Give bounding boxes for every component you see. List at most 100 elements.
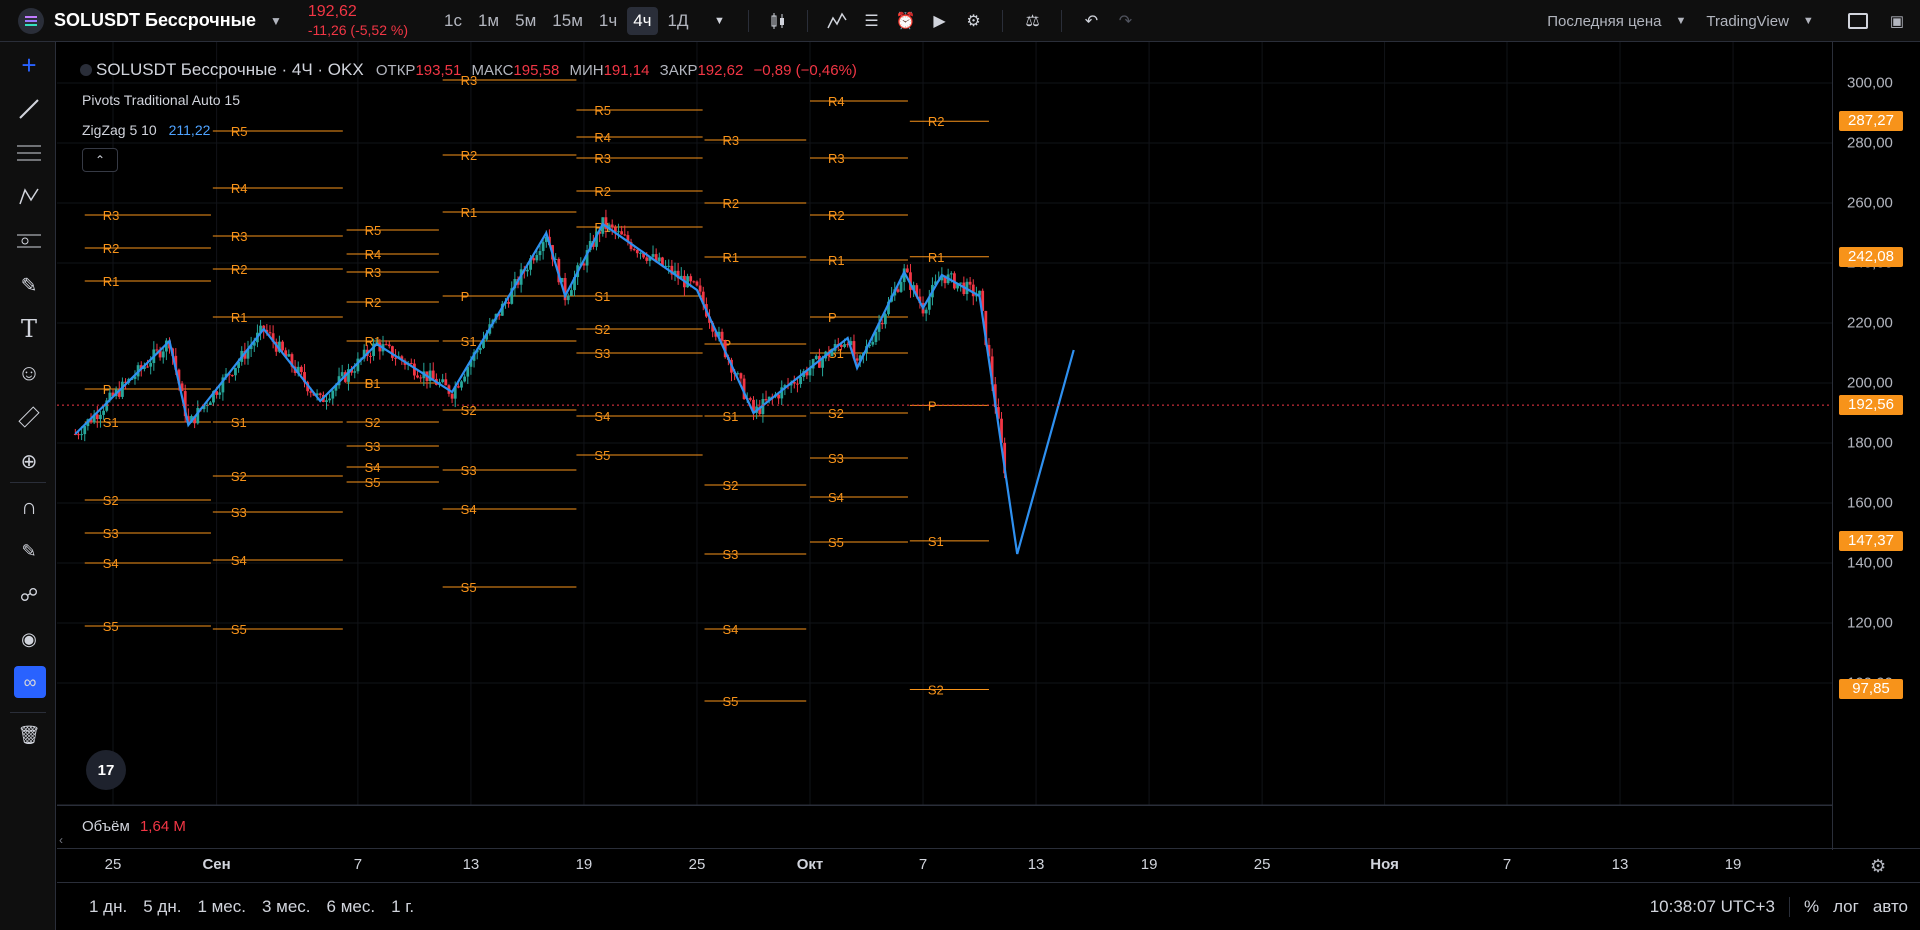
- pivots-indicator-legend[interactable]: Pivots Traditional Auto 15: [82, 92, 240, 108]
- tradingview-logo[interactable]: 17: [86, 750, 126, 790]
- compare-scale-icon[interactable]: ⚖: [1021, 10, 1043, 32]
- ruler-icon[interactable]: [16, 404, 42, 430]
- replay-icon[interactable]: ▶: [928, 10, 950, 32]
- collapse-legend-button[interactable]: ⌃: [82, 148, 118, 172]
- candle-body: [353, 371, 357, 373]
- tf-1s[interactable]: 1с: [438, 7, 468, 35]
- price-tick-label: 180,00: [1847, 434, 1893, 452]
- tf-1h[interactable]: 1ч: [593, 7, 623, 35]
- log-toggle[interactable]: лог: [1833, 897, 1859, 917]
- candle-body: [535, 255, 539, 261]
- clock[interactable]: 10:38:07 UTC+3: [1650, 897, 1775, 917]
- redo-icon[interactable]: ↷: [1114, 10, 1136, 32]
- range-1m[interactable]: 1 мес.: [197, 897, 246, 917]
- high-value: 195,58: [513, 62, 560, 79]
- range-1y[interactable]: 1 г.: [391, 897, 414, 917]
- tf-1m[interactable]: 1м: [472, 7, 505, 35]
- pivot-level-label: S5: [365, 475, 381, 490]
- tf-5m[interactable]: 5м: [509, 7, 542, 35]
- pivot-level-label: R4: [594, 130, 611, 145]
- pivot-level-label: R2: [365, 295, 382, 310]
- candle-body: [325, 400, 328, 402]
- chevron-down-icon[interactable]: ▼: [1675, 15, 1686, 27]
- trend-line-icon[interactable]: [16, 96, 42, 122]
- lock-icon[interactable]: ☍: [16, 582, 42, 608]
- candle-body: [843, 344, 846, 347]
- pivot-level-label: R1: [828, 253, 845, 268]
- tf-15m[interactable]: 15м: [546, 7, 589, 35]
- candle-body: [799, 376, 802, 385]
- pivot-level-label: S5: [461, 580, 477, 595]
- price-chart[interactable]: R3R2R1PS1S2S3S4S5R5R4R3R2R1S1S2S3S4S5R5R…: [57, 42, 1832, 805]
- templates-icon[interactable]: ☰: [860, 10, 882, 32]
- symbol-name[interactable]: SOLUSDT Бессрочные: [54, 10, 256, 31]
- range-3m[interactable]: 3 мес.: [262, 897, 311, 917]
- tf-4h[interactable]: 4ч: [627, 6, 658, 35]
- symbol-logo-icon[interactable]: [18, 7, 44, 34]
- emoji-icon[interactable]: ☺: [16, 360, 42, 386]
- range-5d[interactable]: 5 дн.: [143, 897, 181, 917]
- text-icon[interactable]: T: [16, 315, 42, 343]
- pivot-level-label: S3: [828, 451, 844, 466]
- pattern-icon[interactable]: [16, 184, 42, 210]
- zigzag-indicator-legend[interactable]: ZigZag 5 10 211,22: [82, 122, 210, 138]
- undo-icon[interactable]: ↶: [1080, 10, 1102, 32]
- candle-body: [441, 379, 445, 383]
- link-icon[interactable]: ∞: [14, 666, 46, 698]
- fullscreen-icon[interactable]: [1847, 13, 1868, 29]
- legend-title[interactable]: SOLUSDT Бессрочные · 4Ч · OKX: [96, 60, 364, 79]
- camera-icon[interactable]: ▣: [1890, 12, 1904, 30]
- top-tools: ▼ ☰ ⏰ ▶ ⚙ ⚖ ↶ ↷: [708, 9, 1136, 32]
- candles: [73, 209, 1007, 479]
- open-value: 193,51: [415, 62, 462, 79]
- price-source-dropdown[interactable]: Последняя цена: [1547, 13, 1661, 30]
- price-tag: 192,56: [1839, 395, 1903, 416]
- auto-toggle[interactable]: авто: [1873, 897, 1908, 917]
- pivot-level-label: S2: [365, 415, 381, 430]
- candle-body: [456, 386, 460, 388]
- close-label: ЗАКР: [659, 62, 698, 79]
- indicators-icon[interactable]: [826, 10, 848, 32]
- range-6m[interactable]: 6 мес.: [327, 897, 376, 917]
- candle-body: [369, 355, 372, 357]
- candle-body: [387, 344, 391, 347]
- candle-body: [419, 377, 423, 379]
- settings-gear-icon[interactable]: ⚙: [962, 10, 984, 32]
- trash-icon[interactable]: 🗑: [16, 722, 42, 748]
- eye-icon[interactable]: ◉: [16, 626, 42, 652]
- pivot-level-label: S1: [594, 289, 610, 304]
- chevron-down-icon[interactable]: ▼: [270, 14, 282, 28]
- candle-body: [796, 383, 799, 385]
- price-tick-label: 300,00: [1847, 74, 1893, 92]
- alert-icon[interactable]: ⏰: [894, 10, 916, 32]
- chevron-down-icon[interactable]: ▼: [1803, 15, 1814, 27]
- candle-body: [538, 251, 542, 256]
- stay-drawing-icon[interactable]: ✎: [16, 538, 42, 564]
- range-1d[interactable]: 1 дн.: [89, 897, 127, 917]
- magnet-icon[interactable]: ∩: [16, 494, 42, 520]
- pivot-level-label: S3: [231, 505, 247, 520]
- chart-settings-gear-icon[interactable]: ⚙: [1870, 856, 1886, 877]
- timeframe-chevron-icon[interactable]: ▼: [708, 10, 730, 32]
- tradingview-menu[interactable]: TradingView: [1706, 13, 1789, 30]
- brush-icon[interactable]: ✎: [16, 272, 42, 298]
- fib-retracement-icon[interactable]: [16, 140, 42, 166]
- time-axis[interactable]: 25 Сен 7 13 19 25 Окт 7 13 19 25 Ноя 7 13 19: [57, 850, 1832, 880]
- tf-1d[interactable]: 1Д: [662, 7, 695, 35]
- candle-body: [149, 363, 153, 367]
- pivot-level-label: P: [461, 289, 470, 304]
- candle-body: [444, 379, 448, 386]
- high-label: МАКС: [471, 62, 514, 79]
- candle-body: [880, 322, 884, 325]
- price-axis[interactable]: 300,00280,00260,00240,00220,00200,00180,…: [1832, 42, 1920, 850]
- zoom-in-icon[interactable]: ⊕: [16, 448, 42, 474]
- forecast-icon[interactable]: [16, 228, 42, 254]
- price-tag: 97,85: [1839, 679, 1903, 700]
- crosshair-icon[interactable]: +: [16, 50, 42, 80]
- candle-body: [698, 285, 702, 292]
- candles-icon[interactable]: [767, 10, 789, 32]
- percent-toggle[interactable]: %: [1804, 897, 1819, 917]
- pivot-level-label: S1: [231, 415, 247, 430]
- candle-body: [450, 393, 454, 399]
- price-tick-label: 160,00: [1847, 494, 1893, 512]
